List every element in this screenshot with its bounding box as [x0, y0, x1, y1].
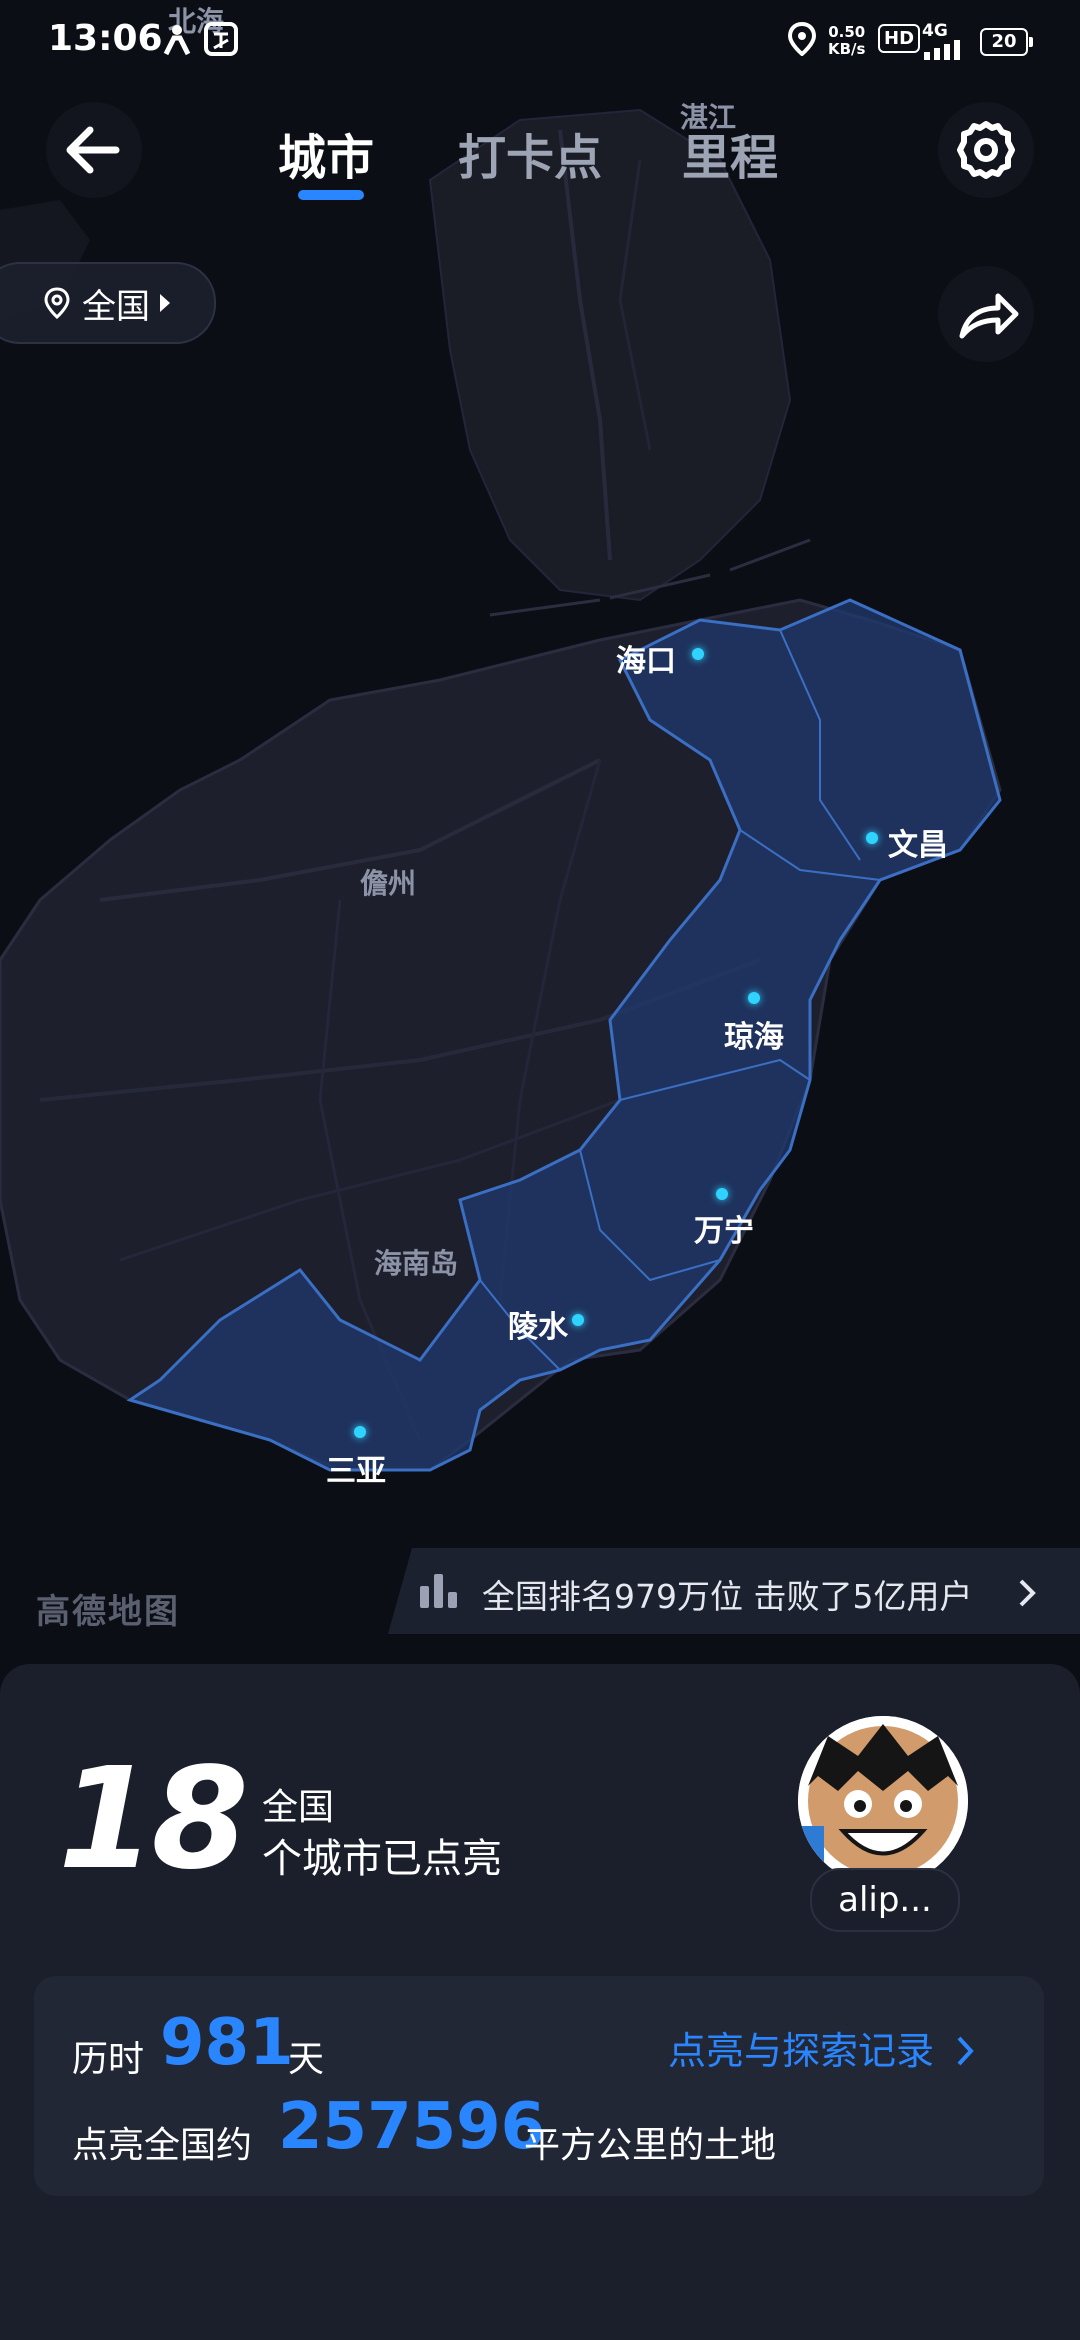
hd-icon: HD	[878, 24, 921, 53]
city-label-qionghai[interactable]: 琼海	[724, 1012, 784, 1056]
person-icon	[160, 22, 194, 64]
status-bar: 13:06 0.50 KB/s HD 4G 20	[0, 0, 1080, 84]
gear-icon	[957, 121, 1015, 179]
region-selector[interactable]: 全国	[0, 262, 216, 344]
area-unit: 平方公里的土地	[524, 2125, 777, 2166]
city-dot-wenchang[interactable]	[866, 832, 878, 844]
arrow-left-icon	[66, 126, 120, 174]
share-icon	[959, 293, 1019, 339]
tab-checkin-points[interactable]: 打卡点	[458, 118, 602, 188]
net-speed-value: 0.50	[828, 23, 866, 41]
tab-mileage[interactable]: 里程	[682, 118, 778, 188]
net-speed-unit: KB/s	[828, 40, 866, 58]
records-link[interactable]: 点亮与探索记录	[668, 2020, 974, 2075]
app-badge-icon	[204, 22, 238, 64]
city-label-lingshui[interactable]: 陵水	[508, 1302, 568, 1346]
map-logo: 高德地图	[36, 1592, 180, 1632]
chevron-right-icon	[1019, 1579, 1036, 1607]
tab-city[interactable]: 城市	[278, 118, 374, 188]
days-unit: 天	[288, 2039, 325, 2080]
net-speed: 0.50 KB/s	[828, 24, 865, 58]
bar-chart-icon	[420, 1574, 457, 1608]
days-prefix: 历时	[72, 2039, 145, 2080]
city-dot-qionghai[interactable]	[748, 992, 760, 1004]
records-link-label[interactable]: 点亮与探索记录	[668, 2029, 934, 2073]
settings-button[interactable]	[938, 102, 1034, 198]
scope-label: 全国	[262, 1787, 335, 1828]
city-dot-sanya[interactable]	[354, 1426, 366, 1438]
battery-icon: 20	[980, 28, 1033, 56]
avatar-image	[798, 1716, 968, 1886]
city-dot-lingshui[interactable]	[572, 1314, 584, 1326]
city-dot-wanning[interactable]	[716, 1188, 728, 1200]
signal-label: 4G	[922, 21, 948, 41]
map-label-danzhou: 儋州	[360, 867, 417, 900]
chevron-right-icon	[957, 2036, 974, 2066]
area-value: 257596	[278, 2090, 546, 2164]
tab-active-indicator	[298, 190, 364, 200]
days-value: 981	[160, 2006, 294, 2080]
count-suffix: 个城市已点亮	[262, 1836, 502, 1882]
avatar[interactable]	[798, 1716, 968, 1886]
city-label-wanning[interactable]: 万宁	[694, 1206, 754, 1250]
caret-right-icon	[160, 294, 170, 312]
city-label-wenchang[interactable]: 文昌	[888, 820, 948, 864]
username[interactable]: alip...	[810, 1868, 960, 1932]
rank-text[interactable]: 全国排名979万位 击败了5亿用户	[482, 1570, 972, 1618]
city-label-sanya[interactable]: 三亚	[326, 1446, 386, 1490]
back-button[interactable]	[46, 102, 142, 198]
location-pin-icon	[44, 287, 70, 319]
area-prefix: 点亮全国约	[72, 2125, 253, 2166]
share-button[interactable]	[938, 266, 1034, 362]
region-label: 全国	[82, 286, 150, 327]
map-label-hainan-island: 海南岛	[374, 1247, 459, 1280]
location-icon	[787, 21, 817, 64]
city-count: 18	[58, 1738, 249, 1901]
status-time: 13:06	[48, 18, 163, 59]
signal-icon: 4G	[922, 22, 962, 64]
city-label-haikou[interactable]: 海口	[616, 636, 676, 680]
city-dot-haikou[interactable]	[692, 648, 704, 660]
